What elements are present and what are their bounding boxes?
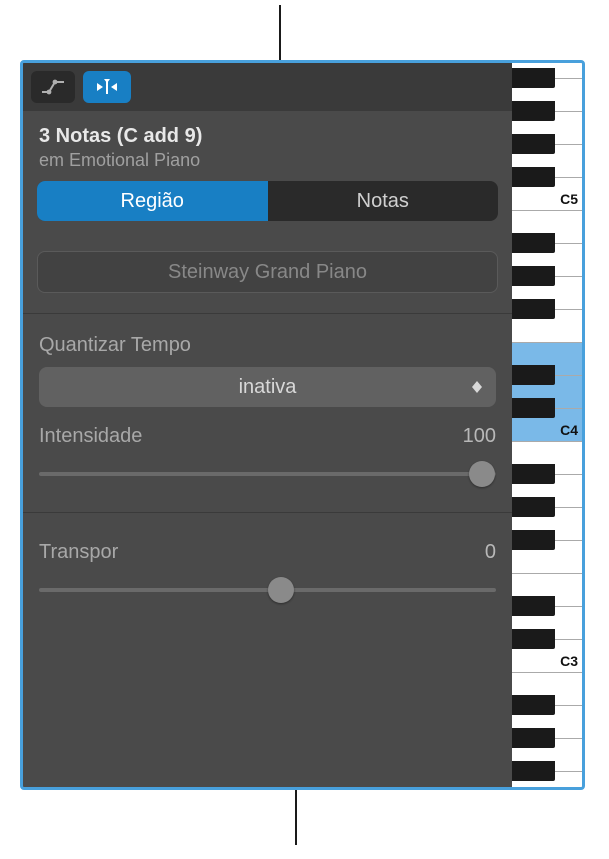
note-label: C4 bbox=[560, 422, 578, 438]
editor-window: 3 Notas (C add 9) em Emotional Piano Reg… bbox=[20, 60, 585, 790]
intensity-slider[interactable] bbox=[39, 464, 496, 484]
transpose-label: Transpor bbox=[39, 541, 118, 564]
quantize-label: Quantizar Tempo bbox=[39, 334, 496, 357]
tab-region[interactable]: Região bbox=[37, 181, 268, 221]
inspector-tabs: Região Notas bbox=[37, 181, 498, 221]
transpose-value: 0 bbox=[485, 541, 496, 564]
piano-black-key[interactable] bbox=[512, 728, 555, 748]
inspector-panel: 3 Notas (C add 9) em Emotional Piano Reg… bbox=[23, 63, 512, 787]
catch-icon bbox=[93, 78, 121, 96]
transpose-row: Transpor 0 bbox=[39, 541, 496, 564]
piano-black-key[interactable] bbox=[512, 629, 555, 649]
piano-black-key[interactable] bbox=[512, 266, 555, 286]
intensity-value: 100 bbox=[463, 425, 496, 448]
piano-black-key[interactable] bbox=[512, 365, 555, 385]
piano-black-key[interactable] bbox=[512, 398, 555, 418]
selection-header: 3 Notas (C add 9) em Emotional Piano bbox=[23, 111, 512, 181]
selection-title: 3 Notas (C add 9) bbox=[39, 125, 496, 148]
region-name-value: Steinway Grand Piano bbox=[168, 261, 367, 284]
piano-black-key[interactable] bbox=[512, 464, 555, 484]
note-label: C5 bbox=[560, 191, 578, 207]
chevron-updown-icon bbox=[472, 381, 482, 393]
quantize-select[interactable]: inativa bbox=[39, 367, 496, 407]
piano-black-key[interactable] bbox=[512, 101, 555, 121]
selection-subtitle: em Emotional Piano bbox=[39, 150, 496, 171]
region-name-field[interactable]: Steinway Grand Piano bbox=[37, 251, 498, 293]
piano-black-key[interactable] bbox=[512, 68, 555, 88]
piano-black-key[interactable] bbox=[512, 596, 555, 616]
piano-black-key[interactable] bbox=[512, 695, 555, 715]
piano-black-key[interactable] bbox=[512, 497, 555, 517]
piano-keyboard[interactable]: C5 C4 C3 bbox=[512, 63, 582, 787]
intensity-label: Intensidade bbox=[39, 425, 142, 448]
toolbar bbox=[23, 63, 512, 111]
catch-playhead-button[interactable] bbox=[83, 71, 131, 103]
automation-icon bbox=[41, 79, 65, 95]
piano-black-key[interactable] bbox=[512, 299, 555, 319]
piano-black-key[interactable] bbox=[512, 167, 555, 187]
piano-black-key[interactable] bbox=[512, 134, 555, 154]
piano-black-key[interactable] bbox=[512, 530, 555, 550]
automation-button[interactable] bbox=[31, 71, 75, 103]
transpose-slider-thumb[interactable] bbox=[268, 577, 294, 603]
piano-black-key[interactable] bbox=[512, 233, 555, 253]
quantize-value: inativa bbox=[239, 376, 297, 399]
transpose-slider[interactable] bbox=[39, 580, 496, 600]
tab-notes[interactable]: Notas bbox=[268, 181, 499, 221]
intensity-slider-thumb[interactable] bbox=[469, 461, 495, 487]
note-label: C3 bbox=[560, 653, 578, 669]
piano-black-key[interactable] bbox=[512, 761, 555, 781]
intensity-row: Intensidade 100 bbox=[39, 425, 496, 448]
